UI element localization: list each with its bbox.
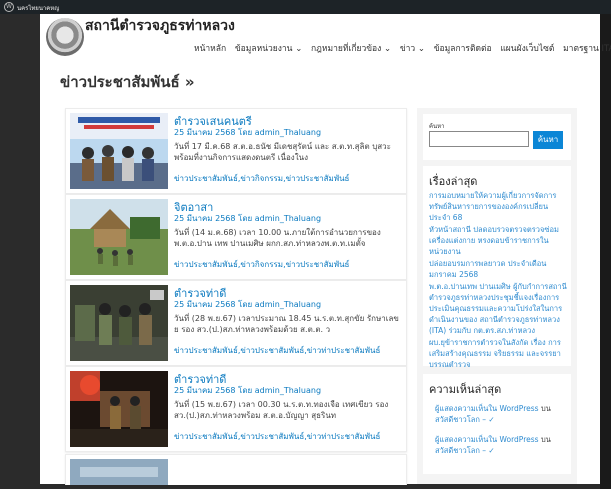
recent-post-link[interactable]: การมอบหมายให้ความผู้เกี่ยวการจัดการทรัพย… — [429, 190, 567, 223]
recent-post-link[interactable]: ผบ.ยุข้าราชการตำรวจในสังกัด เรื่อง การเส… — [429, 337, 567, 370]
recent-post-link[interactable]: หัวหน้าสถานี ปลดอบรวจตรวจตรวจซ่อมเครื่อง… — [429, 224, 567, 257]
recent-post-link[interactable]: พ.ต.อ.ปานเทพ ปานเมศิษ ผู้กับกำการสถานีตำ… — [429, 281, 567, 336]
nav-sitemap[interactable]: แผนผังเว็บไซต์ — [500, 44, 554, 54]
recent-posts-widget: เรื่องล่าสุด การมอบหมายให้ความผู้เกี่ยวก… — [423, 166, 571, 369]
nav-news[interactable]: ข่าว ⌄ — [400, 44, 425, 54]
window-edge — [600, 14, 611, 489]
post-meta[interactable]: 25 มีนาคม 2568 โดย admin_Thaluang — [174, 126, 321, 139]
post-card: จิตอาสา 25 มีนาคม 2568 โดย admin_Thaluan… — [65, 194, 407, 280]
search-input[interactable] — [429, 131, 529, 147]
search-label: ค้นหา — [429, 123, 445, 130]
post-categories[interactable]: ข่าวประชาสัมพันธ์,ข่าวประชาสัมพันธ์,ข่าว… — [174, 430, 380, 443]
post-card: ตำรวจท่าดี 25 มีนาคม 2568 โดย admin_Thal… — [65, 366, 407, 452]
police-emblem-logo[interactable] — [46, 18, 84, 56]
post-categories[interactable]: ข่าวประชาสัมพันธ์,ข่าวกิจกรรม,ข่าวประชาส… — [174, 258, 349, 271]
post-thumbnail[interactable] — [70, 371, 168, 447]
nav-contact[interactable]: ข้อมูลการติดต่อ — [434, 44, 492, 54]
comment-post-link[interactable]: สวัสดีชาวโลก – ✓ — [435, 446, 495, 455]
nav-agency-info[interactable]: ข้อมูลหน่วยงาน ⌄ — [235, 44, 302, 54]
page-title: ข่าวประชาสัมพันธ์ » — [60, 73, 195, 91]
comment-item: ผู้แสดงความเห็นใน WordPress บน สวัสดีชาว… — [435, 403, 565, 425]
post-excerpt: วันที่ (28 พ.ย.67) เวลาประมาณ 18.45 น.ร.… — [174, 314, 399, 334]
comment-author-link[interactable]: ผู้แสดงความเห็นใน WordPress — [435, 404, 539, 413]
comment-item: ผู้แสดงความเห็นใน WordPress บน สวัสดีชาว… — [435, 434, 565, 456]
nav-laws[interactable]: กฎหมายที่เกี่ยวข้อง ⌄ — [311, 44, 391, 54]
comment-on-text: บน — [540, 435, 551, 444]
recent-comments-heading: ความเห็นล่าสุด — [429, 383, 502, 396]
recent-comments-widget: ความเห็นล่าสุด ผู้แสดงความเห็นใน WordPre… — [423, 374, 571, 474]
nav-home[interactable]: หน้าหลัก — [194, 44, 226, 54]
admin-bar-site-name[interactable]: นครไทยนาคหญ — [17, 3, 59, 13]
post-card: ตำรวจเสนคนตรี 25 มีนาคม 2568 โดย admin_T… — [65, 108, 407, 194]
nav-ita-standard[interactable]: มาตรฐาน ITA ⌄ — [563, 44, 611, 54]
search-widget: ค้นหา ค้นหา — [423, 114, 571, 160]
post-categories[interactable]: ข่าวประชาสัมพันธ์,ข่าวประชาสัมพันธ์,ข่าว… — [174, 344, 380, 357]
search-button[interactable]: ค้นหา — [533, 131, 563, 149]
comment-author-link[interactable]: ผู้แสดงความเห็นใน WordPress — [435, 435, 539, 444]
main-navigation: หน้าหลัก ข้อมูลหน่วยงาน ⌄ กฎหมายที่เกี่ย… — [194, 41, 611, 55]
post-thumbnail[interactable] — [70, 113, 168, 189]
post-meta[interactable]: 25 มีนาคม 2568 โดย admin_Thaluang — [174, 212, 321, 225]
post-categories[interactable]: ข่าวประชาสัมพันธ์,ข่าวกิจกรรม,ข่าวประชาส… — [174, 172, 349, 185]
site-title[interactable]: สถานีตำรวจภูธรท่าหลวง — [85, 15, 235, 37]
post-excerpt: วันที่ 17 มี.ค.68 ส.ต.อ.ธนัช มีเดชสุรัตน… — [174, 142, 391, 162]
post-thumbnail[interactable] — [70, 199, 168, 275]
recent-post-link[interactable]: ปล่อยอบรมการพลยาวด ประจำเดือนมกราคม 2568 — [429, 258, 567, 280]
post-thumbnail[interactable] — [70, 459, 168, 485]
comments-list: ผู้แสดงความเห็นใน WordPress บน สวัสดีชาว… — [435, 403, 565, 465]
recent-posts-heading: เรื่องล่าสุด — [429, 175, 478, 188]
post-thumbnail[interactable] — [70, 285, 168, 361]
comment-post-link[interactable]: สวัสดีชาวโลก – ✓ — [435, 415, 495, 424]
wordpress-icon[interactable]: W — [4, 2, 14, 12]
post-excerpt: วันที่ (14 ม.ค.68) เวลา 10.00 น.ภายใต้กา… — [174, 228, 381, 248]
post-card: ตำรวจท่าดี 25 มีนาคม 2568 โดย admin_Thal… — [65, 280, 407, 366]
sidebar: ค้นหา ค้นหา เรื่องล่าสุด การมอบหมายให้คว… — [417, 108, 577, 484]
post-meta[interactable]: 25 มีนาคม 2568 โดย admin_Thaluang — [174, 384, 321, 397]
admin-bar: W นครไทยนาคหญ — [0, 0, 611, 14]
post-meta[interactable]: 25 มีนาคม 2568 โดย admin_Thaluang — [174, 298, 321, 311]
comment-on-text: บน — [540, 404, 551, 413]
post-card-partial — [65, 454, 407, 485]
post-excerpt: วันที่ (15 พ.ย.67) เวลา 00.30 น.ร.ต.ท.ทอ… — [174, 400, 389, 420]
